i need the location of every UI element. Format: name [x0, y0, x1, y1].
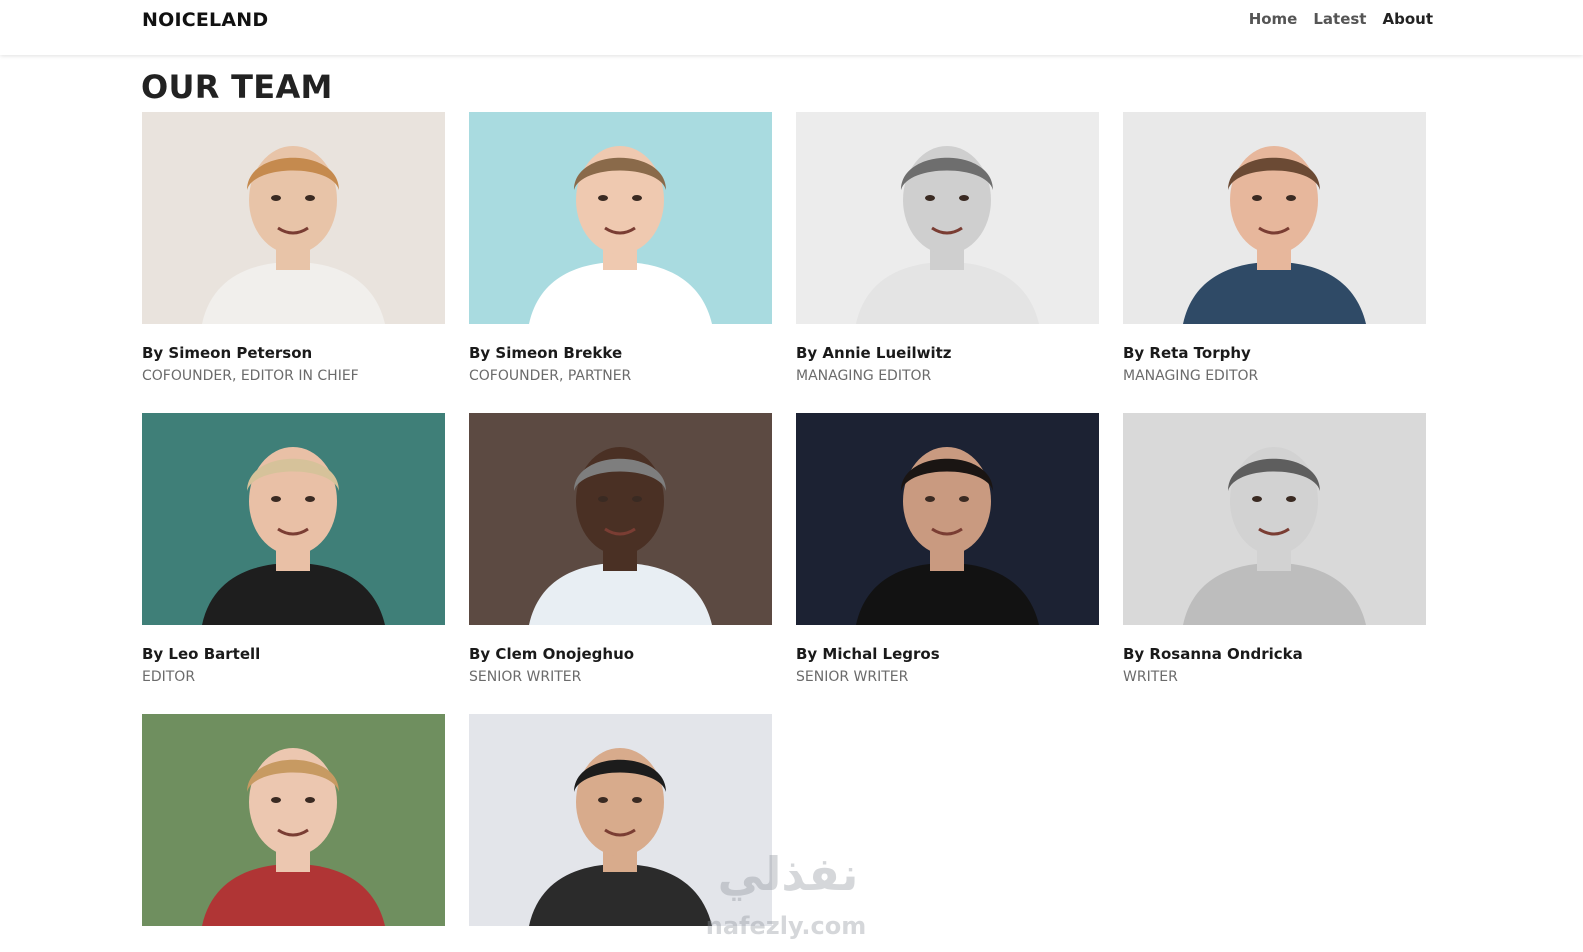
- team-member-role: COFOUNDER, EDITOR IN CHIEF: [142, 368, 359, 384]
- team-member-name[interactable]: By Simeon Brekke: [469, 344, 772, 362]
- top-navbar: NOICELAND Home Latest About: [0, 0, 1583, 55]
- team-member-role: EDITOR: [142, 669, 196, 685]
- team-member-card[interactable]: By Leo Bartell EDITOR: [142, 413, 445, 686]
- team-member-photo: [469, 413, 772, 625]
- nav-latest-link[interactable]: Latest: [1313, 10, 1366, 28]
- team-grid: By Simeon Peterson COFOUNDER, EDITOR IN C…: [142, 112, 1426, 926]
- team-member-name[interactable]: By Annie Lueilwitz: [796, 344, 1099, 362]
- team-member-card[interactable]: [142, 714, 445, 926]
- team-member-name[interactable]: By Simeon Peterson: [142, 344, 445, 362]
- brand-logo[interactable]: NOICELAND: [142, 9, 268, 31]
- page-title: OUR TEAM: [141, 68, 333, 106]
- team-member-photo: [142, 714, 445, 926]
- team-member-name[interactable]: By Clem Onojeghuo: [469, 645, 772, 663]
- team-member-card[interactable]: By Reta Torphy MANAGING EDITOR: [1123, 112, 1426, 385]
- team-member-card[interactable]: By Simeon Brekke COFOUNDER, PARTNER: [469, 112, 772, 385]
- team-member-role: MANAGING EDITOR: [796, 368, 932, 384]
- team-member-role: COFOUNDER, PARTNER: [469, 368, 632, 384]
- team-member-name[interactable]: By Reta Torphy: [1123, 344, 1426, 362]
- team-member-card[interactable]: By Clem Onojeghuo SENIOR WRITER: [469, 413, 772, 686]
- team-member-photo: [469, 714, 772, 926]
- nav-home-link[interactable]: Home: [1249, 10, 1298, 28]
- team-member-photo: [796, 413, 1099, 625]
- team-member-card[interactable]: [469, 714, 772, 926]
- nav-links: Home Latest About: [1249, 10, 1433, 28]
- team-member-role: WRITER: [1123, 669, 1178, 685]
- nav-about-link[interactable]: About: [1382, 10, 1433, 28]
- team-member-card[interactable]: By Simeon Peterson COFOUNDER, EDITOR IN C…: [142, 112, 445, 385]
- team-member-photo: [796, 112, 1099, 324]
- team-member-role: SENIOR WRITER: [469, 669, 582, 685]
- team-member-role: SENIOR WRITER: [796, 669, 909, 685]
- team-member-photo: [1123, 413, 1426, 625]
- team-member-role: MANAGING EDITOR: [1123, 368, 1259, 384]
- team-member-card[interactable]: By Rosanna Ondricka WRITER: [1123, 413, 1426, 686]
- team-member-card[interactable]: By Annie Lueilwitz MANAGING EDITOR: [796, 112, 1099, 385]
- team-member-photo: [469, 112, 772, 324]
- team-member-name[interactable]: By Rosanna Ondricka: [1123, 645, 1426, 663]
- team-member-card[interactable]: By Michal Legros SENIOR WRITER: [796, 413, 1099, 686]
- team-member-photo: [142, 112, 445, 324]
- team-member-photo: [142, 413, 445, 625]
- team-member-name[interactable]: By Michal Legros: [796, 645, 1099, 663]
- team-member-name[interactable]: By Leo Bartell: [142, 645, 445, 663]
- team-member-photo: [1123, 112, 1426, 324]
